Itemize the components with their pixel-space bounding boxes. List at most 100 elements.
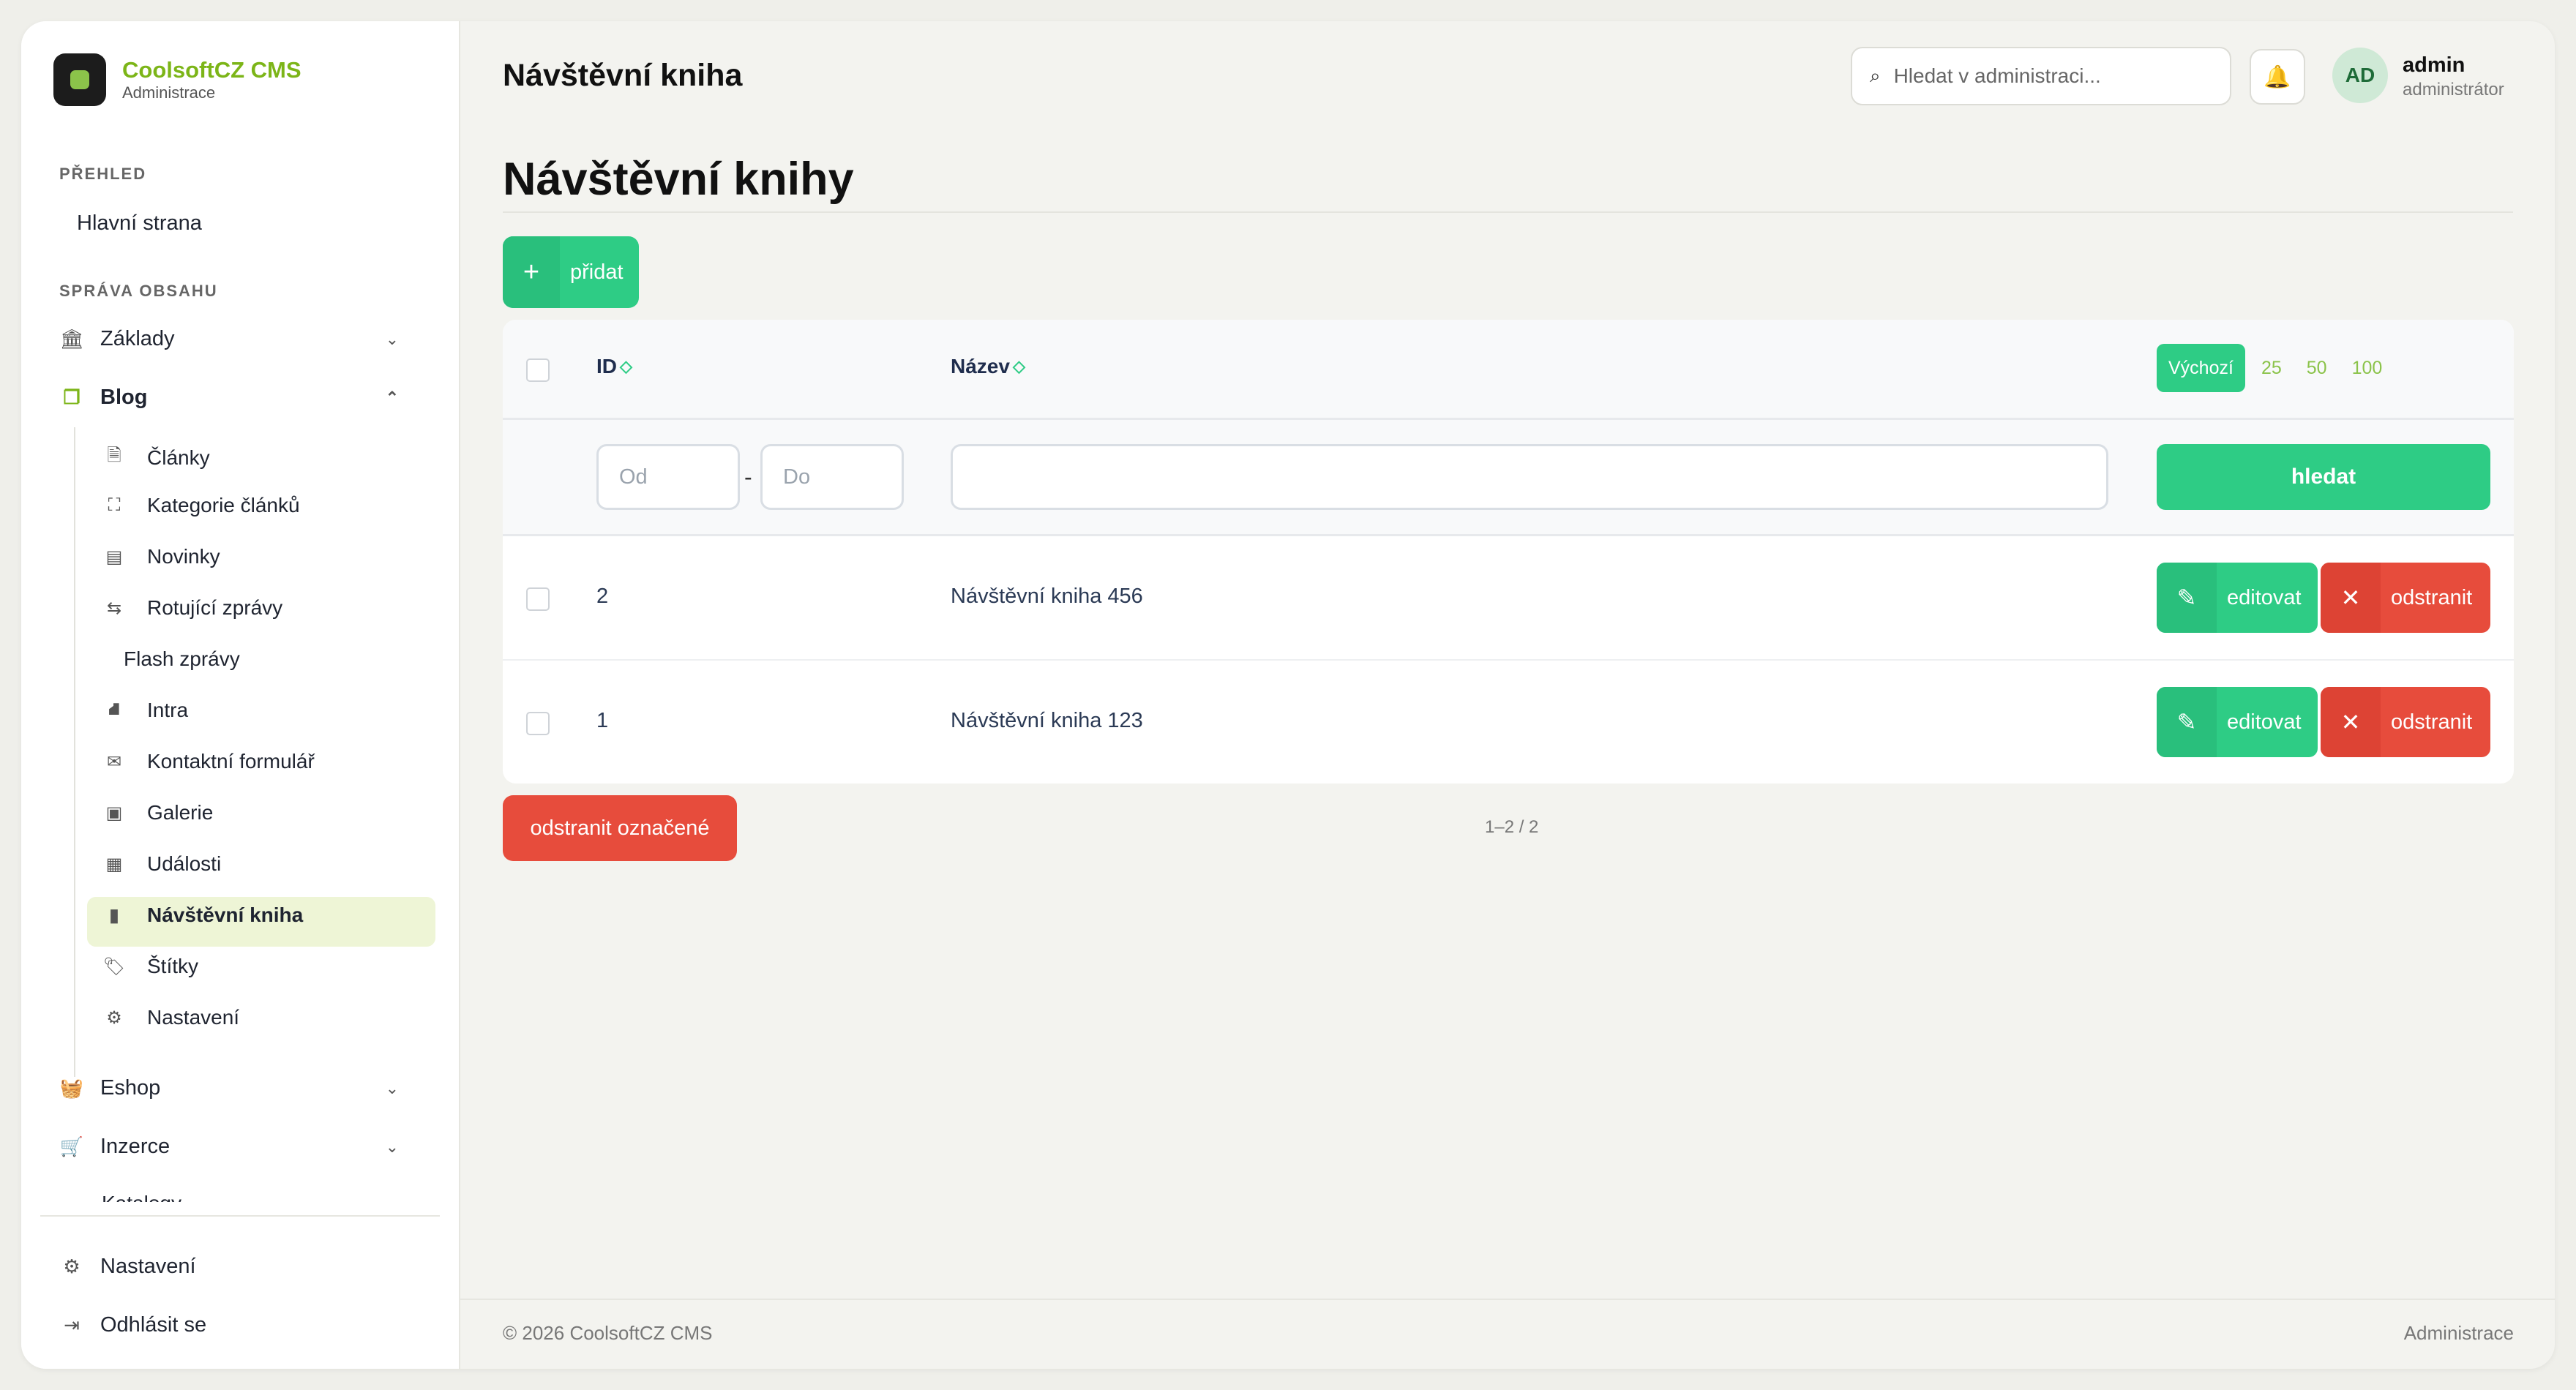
sidebar-item-label: Rotující zprávy	[147, 596, 283, 619]
copy-icon: ❐	[63, 386, 80, 408]
sidebar-item-label: Flash zprávy	[124, 647, 240, 670]
brand-name: CoolsoftCZ CMS	[122, 57, 302, 83]
sidebar-item-novinky[interactable]: ▤ Novinky	[102, 545, 220, 568]
sidebar-item-zaklady[interactable]: 🏛 Základy ⌄	[59, 327, 440, 351]
close-icon: ✕	[2321, 563, 2381, 633]
delete-button-label: odstranit	[2391, 710, 2473, 734]
name-filter-input[interactable]	[951, 444, 2108, 510]
edit-button[interactable]: ✎ editovat	[2157, 563, 2318, 633]
sidebar-item-label: Nastavení	[147, 1006, 240, 1029]
sidebar-item-label: Novinky	[147, 545, 220, 568]
sidebar-item-udalosti[interactable]: ▦ Události	[102, 852, 222, 876]
edit-button-label: editovat	[2227, 585, 2302, 609]
basket-icon: 🧺	[59, 1077, 84, 1099]
tags-icon: 🏷	[102, 956, 126, 977]
row-checkbox[interactable]	[526, 587, 550, 611]
sidebar-divider	[40, 1215, 440, 1217]
search-box[interactable]: ⌕	[1851, 47, 2231, 105]
bulk-delete-button[interactable]: odstranit označené	[503, 795, 737, 861]
brand[interactable]: CoolsoftCZ CMS Administrace	[53, 53, 302, 106]
gear-icon: ⚙	[106, 1007, 122, 1028]
sidebar-item-stitky[interactable]: 🏷 Štítky	[102, 955, 198, 978]
footer-link[interactable]: Administrace	[2404, 1322, 2514, 1345]
footer-divider	[460, 1299, 2555, 1300]
user-name: admin	[2403, 53, 2465, 77]
sidebar-item-eshop[interactable]: 🧺 Eshop ⌄	[59, 1076, 440, 1100]
per-page-100[interactable]: 100	[2352, 358, 2383, 379]
header-title: Návštěvní kniha	[503, 58, 743, 93]
row-id: 2	[596, 585, 609, 608]
table-header: ID ◇ Název ◇ Výchozí 25 50 100	[503, 320, 2514, 420]
book-icon: ▮	[109, 905, 119, 925]
road-icon: ⛘	[108, 699, 121, 719]
app-frame: CoolsoftCZ CMS Administrace PŘEHLED Hlav…	[21, 21, 2555, 1369]
sidebar-item-label: Eshop	[100, 1076, 161, 1100]
column-id-header[interactable]: ID ◇	[596, 355, 632, 378]
notifications-button[interactable]: 🔔	[2250, 49, 2305, 105]
logout-icon: ⇥	[64, 1314, 80, 1336]
column-label: ID	[596, 355, 617, 377]
sidebar-item-label: Články	[147, 446, 210, 469]
cart-icon: 🛒	[59, 1135, 84, 1157]
chevron-up-icon: ⌃	[385, 388, 399, 407]
section-overview: PŘEHLED	[59, 165, 147, 183]
per-page-25[interactable]: 25	[2261, 358, 2282, 379]
brand-logo	[53, 53, 106, 106]
sidebar-item-home[interactable]: Hlavní strana	[77, 211, 202, 236]
delete-button[interactable]: ✕ odstranit	[2321, 687, 2490, 757]
sidebar-item-label: Nastavení	[100, 1255, 196, 1278]
sidebar-item-clanky[interactable]: 🗎 Články	[102, 443, 210, 473]
per-page-selector: Výchozí 25 50 100	[2157, 344, 2407, 392]
footer-copyright: © 2026 CoolsoftCZ CMS	[503, 1322, 713, 1344]
sidebar-item-label: Základy	[100, 327, 175, 350]
newspaper-icon: ▤	[105, 546, 123, 567]
pencil-icon: ✎	[2157, 563, 2217, 633]
submenu-line	[74, 427, 75, 1077]
per-page-50[interactable]: 50	[2307, 358, 2327, 379]
add-button[interactable]: + přidat	[503, 236, 639, 308]
table-row: 1 Návštěvní kniha 123 ✎ editovat ✕ odstr…	[503, 661, 2514, 784]
user-role: administrátor	[2403, 80, 2504, 99]
sidebar-item-inzerce[interactable]: 🛒 Inzerce ⌄	[59, 1135, 440, 1159]
search-input[interactable]	[1892, 64, 2203, 89]
column-name-header[interactable]: Název ◇	[951, 355, 1025, 378]
sidebar-item-flash[interactable]: Flash zprávy	[124, 647, 240, 671]
per-page-default[interactable]: Výchozí	[2157, 344, 2245, 392]
chevron-down-icon: ⌄	[385, 1078, 399, 1097]
sidebar-item-navstevni-kniha[interactable]: ▮ Návštěvní kniha	[102, 904, 303, 927]
sidebar-item-kategorie[interactable]: ⛶ Kategorie článků	[102, 494, 300, 517]
sidebar-item-blog-nastaveni[interactable]: ⚙ Nastavení	[102, 1006, 239, 1029]
filter-row: - hledat	[503, 420, 2514, 536]
edit-button[interactable]: ✎ editovat	[2157, 687, 2318, 757]
sidebar-item-label: Kategorie článků	[147, 494, 300, 516]
edit-button-label: editovat	[2227, 710, 2302, 734]
sidebar-item-rotujici[interactable]: ⇆ Rotující zprávy	[102, 596, 282, 620]
pagination-info: 1–2 / 2	[1485, 817, 1539, 837]
row-checkbox[interactable]	[526, 712, 550, 735]
sidebar-settings[interactable]: ⚙ Nastavení	[59, 1255, 196, 1279]
sidebar-item-intra[interactable]: ⛘ Intra	[102, 699, 188, 722]
sidebar-item-galerie[interactable]: ▣ Galerie	[102, 801, 214, 824]
sort-icon: ◇	[1012, 357, 1025, 375]
page-title: Návštěvní knihy	[503, 154, 854, 205]
avatar[interactable]: AD	[2332, 48, 2388, 103]
range-dash: -	[744, 464, 752, 490]
brand-subtitle: Administrace	[122, 83, 216, 102]
bank-icon: 🏛	[59, 328, 84, 350]
id-to-input[interactable]	[760, 444, 904, 510]
sidebar-item-kontakt[interactable]: ✉ Kontaktní formulář	[102, 750, 315, 773]
sidebar-item-blog[interactable]: ❐ Blog ⌃	[59, 386, 440, 410]
sidebar-item-label: Události	[147, 852, 222, 875]
filter-search-button[interactable]: hledat	[2157, 444, 2490, 510]
add-button-label: přidat	[570, 260, 624, 284]
delete-button[interactable]: ✕ odstranit	[2321, 563, 2490, 633]
id-from-input[interactable]	[596, 444, 740, 510]
sidebar-item-label: Galerie	[147, 801, 214, 824]
row-id: 1	[596, 709, 609, 732]
sidebar-item-label: Intra	[147, 699, 189, 721]
sidebar-logout[interactable]: ⇥ Odhlásit se	[59, 1313, 206, 1337]
images-icon: ▣	[105, 803, 123, 823]
close-icon: ✕	[2321, 687, 2381, 757]
select-all-checkbox[interactable]	[526, 358, 550, 382]
sitemap-icon: ⛶	[108, 495, 121, 515]
